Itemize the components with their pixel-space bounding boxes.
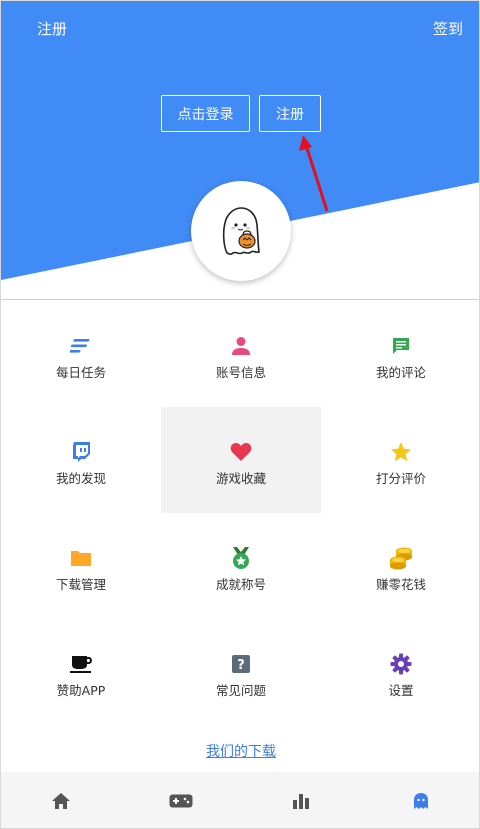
menu-item-label: 常见问题 <box>215 683 266 698</box>
svg-text:?: ? <box>237 658 245 673</box>
ghost-avatar-icon <box>222 207 260 255</box>
app-screen: 注册 签到 点击登录 注册 每日任务 账号信息 我的评论 我的发现 游戏收藏 打… <box>0 0 480 829</box>
folder-icon <box>70 547 92 569</box>
avatar[interactable] <box>191 181 291 281</box>
person-icon <box>231 335 251 357</box>
ghost-icon <box>414 793 428 809</box>
nav-stats[interactable] <box>241 772 361 828</box>
menu-item-earn-money[interactable]: 赚零花钱 <box>321 513 479 619</box>
gamepad-icon <box>169 794 193 808</box>
home-icon <box>52 793 70 809</box>
menu-item-daily-tasks[interactable]: 每日任务 <box>1 301 161 407</box>
nav-games[interactable] <box>121 772 241 828</box>
menu-item-label: 成就称号 <box>215 577 266 592</box>
menu-item-game-favorites[interactable]: 游戏收藏 <box>161 407 321 513</box>
menu-item-faq[interactable]: ? 常见问题 <box>161 619 321 725</box>
question-icon: ? <box>231 653 251 675</box>
menu-item-label: 我的发现 <box>55 471 106 486</box>
twitch-icon <box>71 441 91 463</box>
our-downloads-link[interactable]: 我们的下载 <box>1 741 479 761</box>
menu-item-my-discoveries[interactable]: 我的发现 <box>1 407 161 513</box>
coins-icon <box>388 547 414 570</box>
register-button[interactable]: 注册 <box>259 95 321 132</box>
menu-item-label: 设置 <box>388 683 414 698</box>
menu-item-account-info[interactable]: 账号信息 <box>161 301 321 407</box>
nav-home[interactable] <box>1 772 121 828</box>
nav-profile[interactable] <box>361 772 479 828</box>
bottom-nav <box>1 772 479 828</box>
menu-item-rating[interactable]: 打分评价 <box>321 407 479 513</box>
medal-icon <box>229 547 253 569</box>
menu-item-label: 打分评价 <box>375 471 426 486</box>
list-lines-icon <box>70 335 92 357</box>
register-link[interactable]: 注册 <box>37 18 67 39</box>
menu-item-label: 赞助APP <box>56 683 106 698</box>
menu-item-settings[interactable]: 设置 <box>321 619 479 725</box>
heart-icon <box>230 441 252 463</box>
menu-item-download-manager[interactable]: 下载管理 <box>1 513 161 619</box>
gear-icon <box>390 653 412 675</box>
menu-item-achievements[interactable]: 成就称号 <box>161 513 321 619</box>
menu-item-label: 我的评论 <box>375 365 426 380</box>
annotation-arrow <box>299 135 329 212</box>
menu-item-label: 游戏收藏 <box>215 471 266 486</box>
menu-item-label: 下载管理 <box>55 577 106 592</box>
checkin-link[interactable]: 签到 <box>433 18 463 39</box>
bar-chart-icon <box>293 794 309 809</box>
menu-item-label: 赚零花钱 <box>375 577 426 592</box>
menu-item-label: 账号信息 <box>215 365 266 380</box>
star-icon <box>390 441 412 463</box>
coffee-cup-icon <box>69 653 93 675</box>
menu-item-sponsor[interactable]: 赞助APP <box>1 619 161 725</box>
menu-item-label: 每日任务 <box>55 365 106 380</box>
menu-item-my-comments[interactable]: 我的评论 <box>321 301 479 407</box>
login-button[interactable]: 点击登录 <box>161 95 250 132</box>
comment-icon <box>391 335 411 357</box>
header-divider <box>1 299 479 300</box>
